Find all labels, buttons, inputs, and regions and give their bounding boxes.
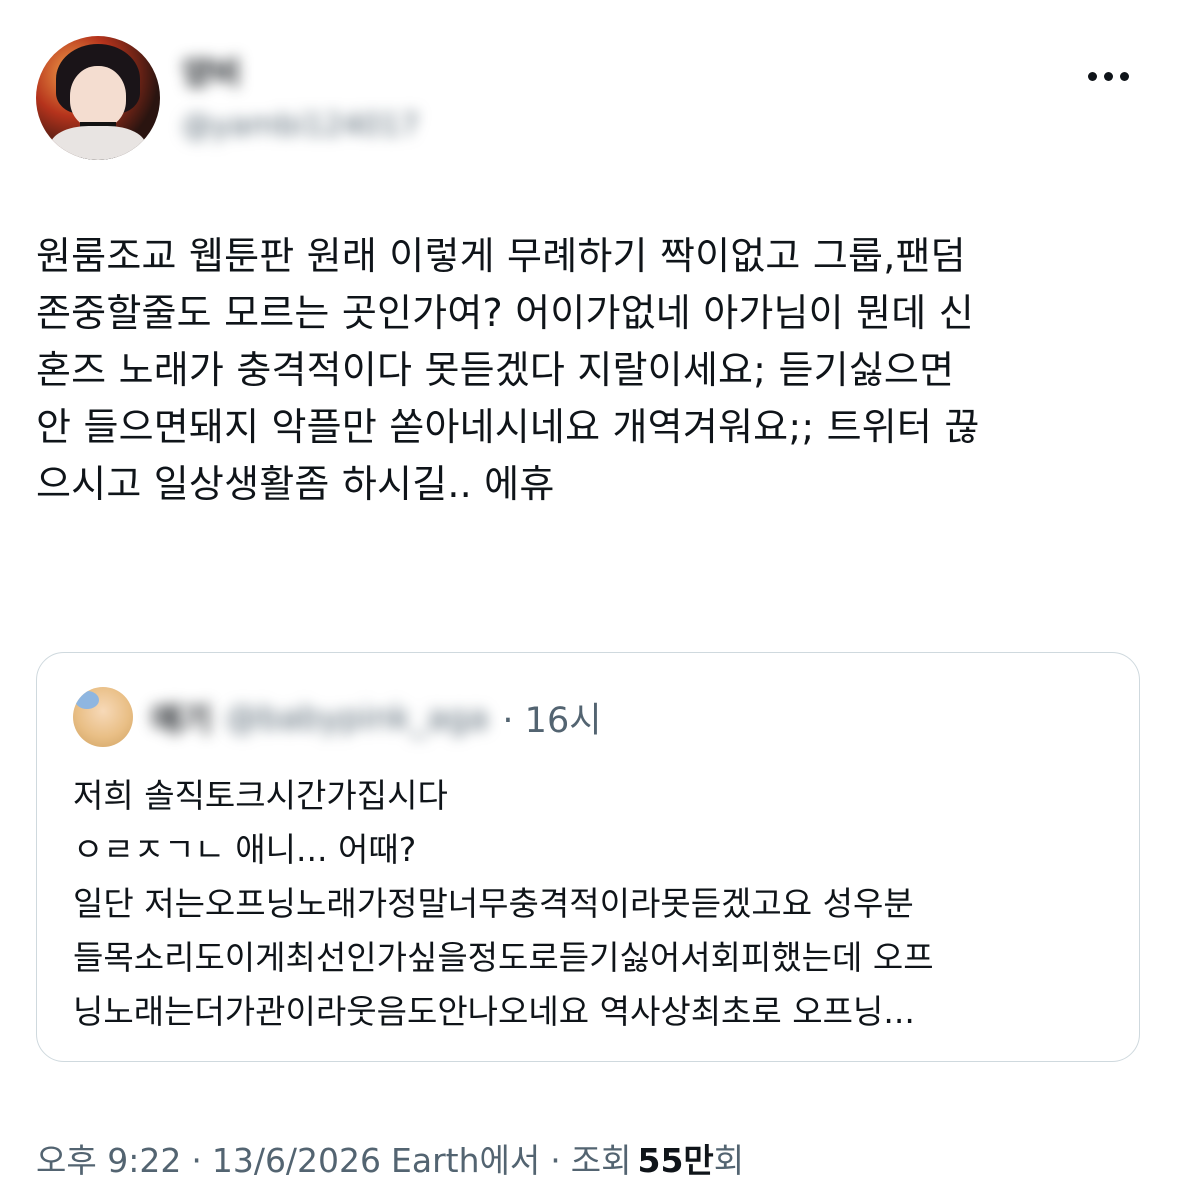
author-display-name[interactable]: 양비 (182, 48, 419, 94)
tweet-date[interactable]: 13/6/2026 (212, 1141, 381, 1180)
views-suffix: 회 (713, 1141, 745, 1180)
author-handle[interactable]: @yambi124017 (182, 108, 419, 143)
tweet-meta: 오후 9:22 · 13/6/2026 Earth에서 · 조회 55만회 (36, 1134, 744, 1182)
quoted-tweet[interactable]: 애기 @babypink_aga · 16시 저희 솔직토크시간가집시다 ㅇㄹㅈ… (36, 652, 1140, 1062)
tweet-time[interactable]: 오후 9:22 (36, 1134, 181, 1182)
quoted-handle[interactable]: @babypink_aga (226, 698, 489, 737)
quoted-header: 애기 @babypink_aga · 16시 (151, 689, 601, 745)
quoted-display-name[interactable]: 애기 (151, 693, 212, 741)
views-count: 55만 (637, 1141, 714, 1180)
quoted-time[interactable]: · 16시 (502, 692, 601, 743)
tweet-source: Earth에서 (391, 1141, 541, 1180)
meta-separator: · (191, 1141, 202, 1180)
meta-separator: · (550, 1141, 561, 1180)
tweet-header: 양비 @yambi124017 (36, 36, 1146, 166)
more-horizontal-icon[interactable] (1088, 66, 1138, 86)
views-label: 조회 (570, 1141, 632, 1180)
author-info[interactable]: 양비 @yambi124017 (182, 48, 419, 143)
tweet-text: 원룸조교 웹툰판 원래 이렇게 무례하기 짝이없고 그룹,팬덤 존중할줄도 모르… (36, 234, 980, 506)
quoted-avatar[interactable] (73, 687, 133, 747)
author-avatar[interactable] (36, 36, 160, 160)
quoted-text: 저희 솔직토크시간가집시다 ㅇㄹㅈㄱㄴ 애니... 어때? 일단 저는오프닝노래… (73, 776, 934, 1031)
